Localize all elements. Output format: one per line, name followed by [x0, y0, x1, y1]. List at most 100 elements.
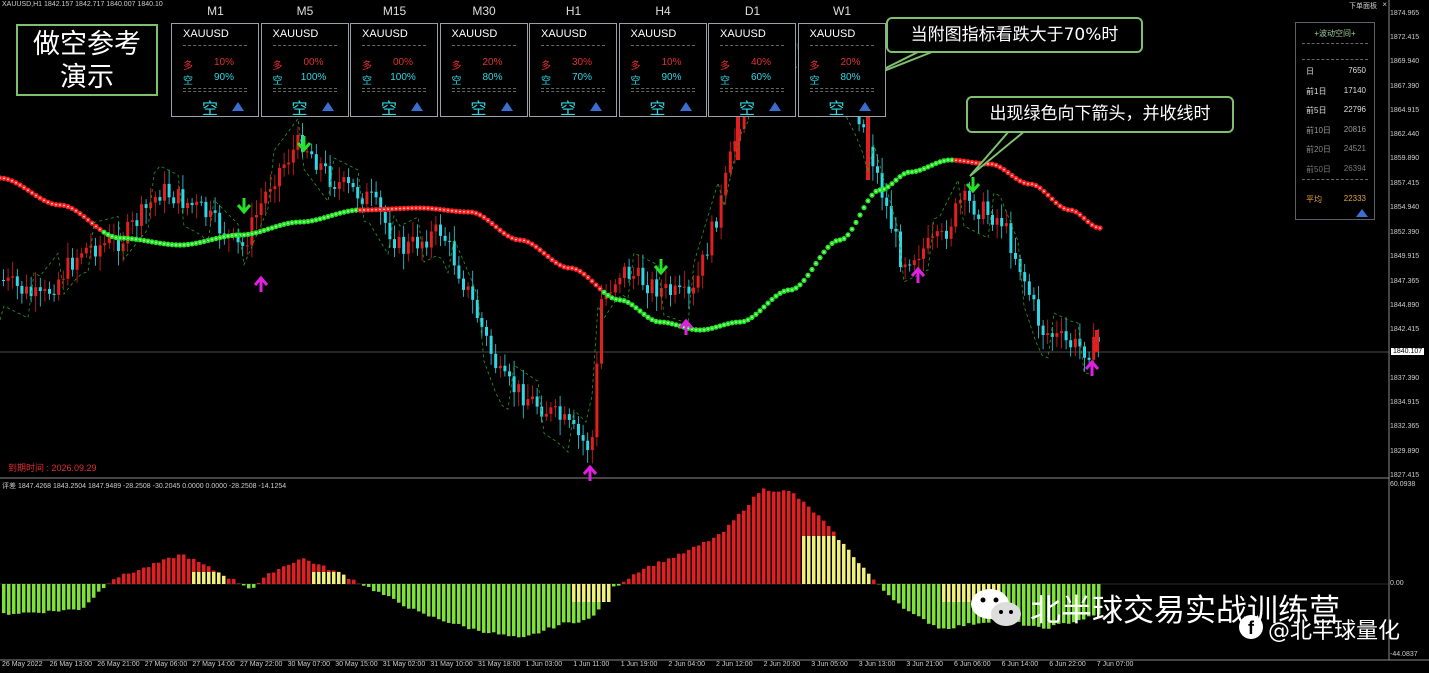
curve-dot-center — [431, 207, 433, 210]
triangle-up-icon[interactable] — [411, 102, 423, 111]
curve-dot-center — [651, 318, 653, 321]
candle-body — [1004, 223, 1008, 227]
time-tick: 31 May 10:00 — [430, 661, 473, 668]
curve-dot-center — [887, 186, 889, 188]
triangle-up-icon[interactable] — [858, 102, 871, 111]
curve-dot-center — [359, 209, 361, 211]
curve-dot-center — [371, 208, 373, 211]
histogram-bar — [547, 584, 551, 628]
histogram-bar — [47, 584, 51, 611]
candle-body — [986, 201, 990, 215]
candle-body — [278, 168, 281, 187]
histogram-bar — [52, 584, 56, 612]
curve-dot-center — [755, 313, 757, 316]
curve-dot-center — [851, 228, 853, 230]
curve-dot-center — [271, 227, 273, 229]
curve-dot-center — [747, 319, 749, 321]
candle-body — [719, 195, 723, 228]
candle-body — [393, 239, 396, 249]
curve-dot-center — [87, 219, 89, 221]
curve-dot-center — [123, 237, 125, 239]
curve-dot-center — [547, 255, 549, 258]
curve-dot-center — [895, 179, 897, 181]
candle-body — [80, 253, 84, 258]
candle-body — [641, 267, 645, 286]
triangle-up-icon[interactable] — [590, 102, 602, 111]
curve-dot-center — [783, 290, 785, 293]
curve-dot-center — [1015, 177, 1017, 180]
curve-dot-center — [1075, 211, 1077, 213]
histogram-bar-yellow — [217, 572, 221, 584]
triangle-up-icon[interactable] — [321, 102, 334, 111]
histogram-bar-yellow — [867, 573, 871, 584]
candle-body — [687, 286, 691, 294]
candle-body — [462, 278, 465, 290]
histogram-bar — [532, 584, 536, 634]
histogram-bar — [887, 584, 891, 596]
curve-dot-center — [51, 202, 53, 205]
curve-dot-center — [959, 159, 961, 162]
curve-dot-center — [707, 328, 709, 330]
curve-dot-center — [915, 170, 917, 173]
histogram-bar-yellow — [962, 584, 966, 602]
curve-dot-center — [671, 322, 673, 325]
curve-dot-center — [1031, 183, 1033, 185]
curve-dot-center — [975, 162, 977, 164]
histogram-bar — [917, 584, 921, 617]
curve-dot-center — [31, 192, 33, 194]
curve-dot-center — [495, 226, 497, 228]
candle-body — [1087, 357, 1091, 360]
histogram-bar — [562, 584, 566, 623]
curve-dot-center — [555, 261, 557, 264]
triangle-up-icon[interactable] — [769, 102, 781, 111]
triangle-up-icon[interactable] — [500, 102, 513, 111]
triangle-up-icon[interactable] — [232, 102, 244, 111]
histogram-bar — [727, 524, 731, 584]
histogram-bar — [692, 546, 696, 584]
curve-dot-center — [383, 208, 385, 211]
tf-label-h1: H1 — [565, 4, 582, 18]
candle-body — [282, 164, 286, 169]
curve-dot-center — [623, 299, 625, 302]
curve-dot-center — [571, 267, 573, 269]
histogram-bar-yellow — [592, 584, 596, 602]
candle-body — [618, 278, 622, 285]
curve-dot-center — [543, 252, 545, 254]
time-tick: 3 Jun 05:00 — [811, 661, 848, 668]
price-tick: 1829.890 — [1390, 448, 1420, 455]
tf-signal: 空 — [202, 99, 219, 118]
candle-body — [163, 183, 166, 201]
histogram-bar — [307, 560, 311, 584]
candle-body — [710, 221, 714, 256]
candle-body — [374, 191, 378, 198]
volatility-panel: +波动空间+ 日 7650 前1日 17140 前5日 22796 前10日 20816 前20… — [1295, 22, 1375, 220]
curve-dot-center — [583, 273, 585, 275]
candle-body — [1023, 272, 1027, 282]
histogram-bar — [617, 584, 621, 586]
histogram-bar — [77, 584, 81, 611]
histogram-bar — [502, 584, 506, 635]
histogram-bar — [247, 584, 251, 589]
candle-body — [388, 222, 392, 240]
histogram-bar — [902, 584, 906, 609]
histogram-bar — [347, 578, 351, 584]
candle-body — [273, 186, 277, 190]
histogram-bar — [712, 537, 716, 584]
curve-dot-center — [923, 167, 925, 170]
order-panel-label[interactable]: 下单面板 — [1349, 1, 1377, 11]
curve-dot-center — [151, 241, 153, 243]
histogram-bar — [12, 584, 16, 614]
curve-dot-center — [903, 173, 905, 175]
curve-dot-center — [615, 298, 617, 301]
curve-dot-center — [363, 209, 365, 211]
histogram-bar — [932, 584, 936, 626]
candle-body — [1083, 346, 1086, 358]
candle-body — [25, 286, 28, 294]
histogram-bar — [537, 584, 541, 634]
triangle-up-icon[interactable] — [679, 102, 692, 111]
candle-body — [6, 277, 10, 281]
curve-dot-center — [163, 242, 165, 245]
curve-dot-center — [71, 207, 73, 210]
close-icon[interactable]: × — [1382, 0, 1387, 9]
collapse-triangle-icon[interactable] — [1356, 209, 1368, 217]
